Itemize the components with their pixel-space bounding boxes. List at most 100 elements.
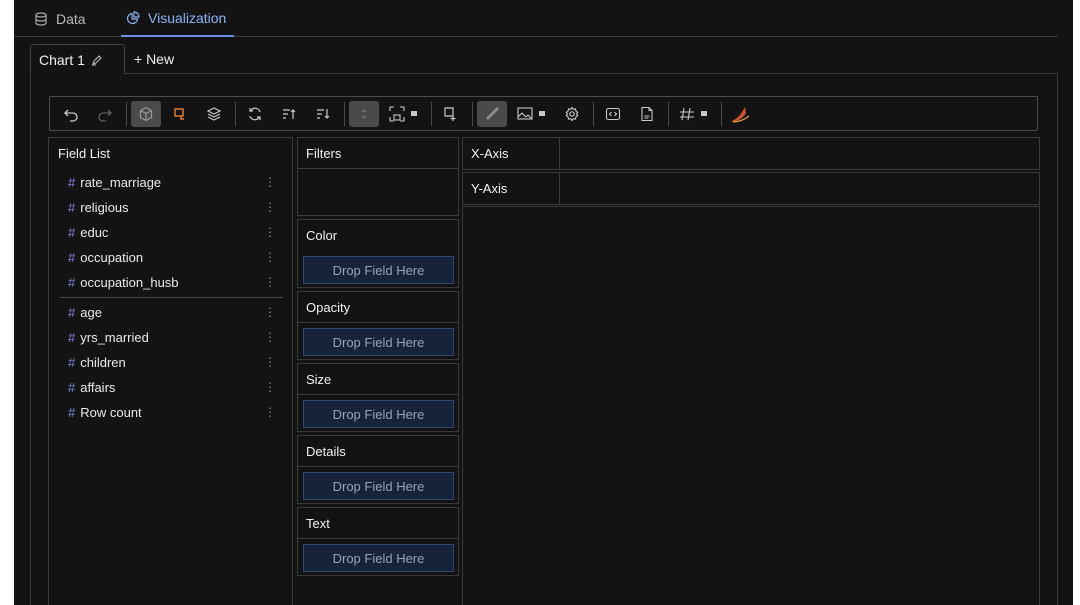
zoom-box-button[interactable] xyxy=(436,101,466,127)
settings-button[interactable] xyxy=(557,101,587,127)
app-window: Data Visualization Chart 1 + New Field L… xyxy=(14,0,1073,605)
tab-data[interactable]: Data xyxy=(34,0,114,37)
text-drop-zone[interactable]: Drop Field Here xyxy=(303,544,454,572)
tab-visualization[interactable]: Visualization xyxy=(121,0,234,37)
lasso-button[interactable] xyxy=(165,101,195,127)
sort-ascending-icon xyxy=(283,108,296,119)
field-menu-icon[interactable]: ⋮ xyxy=(264,305,276,319)
chart-canvas[interactable] xyxy=(462,206,1040,605)
size-drop-zone[interactable]: Drop Field Here xyxy=(303,400,454,428)
tab-visualization-label: Visualization xyxy=(148,9,227,26)
field-menu-icon[interactable]: ⋮ xyxy=(264,355,276,369)
field-menu-icon[interactable]: ⋮ xyxy=(264,200,276,214)
field-item[interactable]: # age ⋮ xyxy=(68,300,276,324)
stack-toggle-icon xyxy=(361,108,367,119)
brush-button[interactable] xyxy=(477,100,507,127)
color-drop-zone[interactable]: Drop Field Here xyxy=(303,256,454,284)
toolbar-separator xyxy=(235,101,236,126)
logo-icon xyxy=(731,106,750,123)
field-list-panel: Field List # rate_marriage ⋮ # religious ⋮ #… xyxy=(48,137,293,605)
cube-button[interactable] xyxy=(131,100,161,127)
new-chart-button[interactable]: + New xyxy=(134,44,194,74)
field-menu-icon[interactable]: ⋮ xyxy=(264,380,276,394)
sort-ascending-button[interactable] xyxy=(274,101,304,127)
x-axis-label: X-Axis xyxy=(463,138,560,169)
refresh-icon xyxy=(249,107,261,120)
fit-size-button[interactable] xyxy=(383,101,425,127)
toolbar-separator xyxy=(431,101,432,126)
field-name: rate_marriage xyxy=(80,174,162,190)
text-label: Text xyxy=(298,508,458,539)
field-item[interactable]: # religious ⋮ xyxy=(68,195,276,219)
sort-descending-icon xyxy=(317,108,330,119)
details-box: Details Drop Field Here xyxy=(297,435,459,504)
refresh-button[interactable] xyxy=(240,101,270,127)
code-button[interactable] xyxy=(598,101,628,127)
x-axis-drop-zone[interactable] xyxy=(561,138,1039,169)
field-menu-icon[interactable]: ⋮ xyxy=(264,330,276,344)
field-item[interactable]: # occupation_husb ⋮ xyxy=(68,270,276,294)
toolbar-separator xyxy=(472,101,473,126)
field-name: yrs_married xyxy=(80,329,149,345)
field-menu-icon[interactable]: ⋮ xyxy=(264,250,276,264)
field-item[interactable]: # Row count ⋮ xyxy=(68,400,276,424)
sort-descending-button[interactable] xyxy=(308,101,338,127)
filters-drop-area[interactable] xyxy=(298,169,458,215)
color-box: Color Drop Field Here xyxy=(297,219,459,288)
numeric-type-icon: # xyxy=(68,274,76,290)
toolbar-separator xyxy=(668,101,669,126)
opacity-drop-zone[interactable]: Drop Field Here xyxy=(303,328,454,356)
field-name: religious xyxy=(80,199,129,215)
numeric-type-icon: # xyxy=(68,304,76,320)
undo-button[interactable] xyxy=(56,101,86,127)
logo-button[interactable] xyxy=(726,101,756,127)
field-menu-icon[interactable]: ⋮ xyxy=(264,225,276,239)
details-drop-zone[interactable]: Drop Field Here xyxy=(303,472,454,500)
number-format-button[interactable] xyxy=(673,101,715,127)
size-box: Size Drop Field Here xyxy=(297,363,459,432)
field-item[interactable]: # rate_marriage ⋮ xyxy=(68,170,276,194)
code-icon xyxy=(605,107,621,120)
redo-icon xyxy=(98,109,112,122)
chart-tab-label: Chart 1 xyxy=(39,51,85,68)
y-axis-drop-zone[interactable] xyxy=(561,173,1039,204)
tab-chart-1[interactable]: Chart 1 xyxy=(30,44,125,74)
numeric-type-icon: # xyxy=(68,199,76,215)
field-menu-icon[interactable]: ⋮ xyxy=(264,175,276,189)
top-nav: Data Visualization xyxy=(14,0,1058,37)
edit-icon[interactable] xyxy=(91,54,103,66)
field-name: age xyxy=(80,304,102,320)
field-item[interactable]: # educ ⋮ xyxy=(68,220,276,244)
image-export-icon xyxy=(517,106,545,120)
field-item[interactable]: # children ⋮ xyxy=(68,350,276,374)
field-item[interactable]: # occupation ⋮ xyxy=(68,245,276,269)
database-icon xyxy=(35,11,47,26)
size-label: Size xyxy=(298,364,458,395)
toolbar-separator xyxy=(593,101,594,126)
stack-toggle-button[interactable] xyxy=(349,100,379,127)
numeric-type-icon: # xyxy=(68,249,76,265)
field-menu-icon[interactable]: ⋮ xyxy=(264,405,276,419)
field-item[interactable]: # yrs_married ⋮ xyxy=(68,325,276,349)
numeric-type-icon: # xyxy=(68,354,76,370)
chart-pie-icon xyxy=(126,10,140,24)
field-name: educ xyxy=(80,224,109,240)
numeric-type-icon: # xyxy=(68,174,76,190)
settings-icon xyxy=(565,106,579,121)
cube-icon xyxy=(139,106,153,121)
toolbar-separator xyxy=(344,101,345,126)
export-file-icon xyxy=(641,106,653,121)
image-export-button[interactable] xyxy=(511,101,553,127)
export-file-button[interactable] xyxy=(632,101,662,127)
new-chart-label: + New xyxy=(134,51,175,67)
layers-button[interactable] xyxy=(199,101,229,127)
field-name: Row count xyxy=(80,404,142,420)
chart-toolbar xyxy=(49,96,1038,131)
field-item[interactable]: # affairs ⋮ xyxy=(68,375,276,399)
tab-data-label: Data xyxy=(56,10,86,27)
field-name: children xyxy=(80,354,126,370)
toolbar-separator xyxy=(126,101,127,126)
x-axis-shelf: X-Axis xyxy=(462,137,1040,170)
redo-button[interactable] xyxy=(90,101,120,127)
field-menu-icon[interactable]: ⋮ xyxy=(264,275,276,289)
